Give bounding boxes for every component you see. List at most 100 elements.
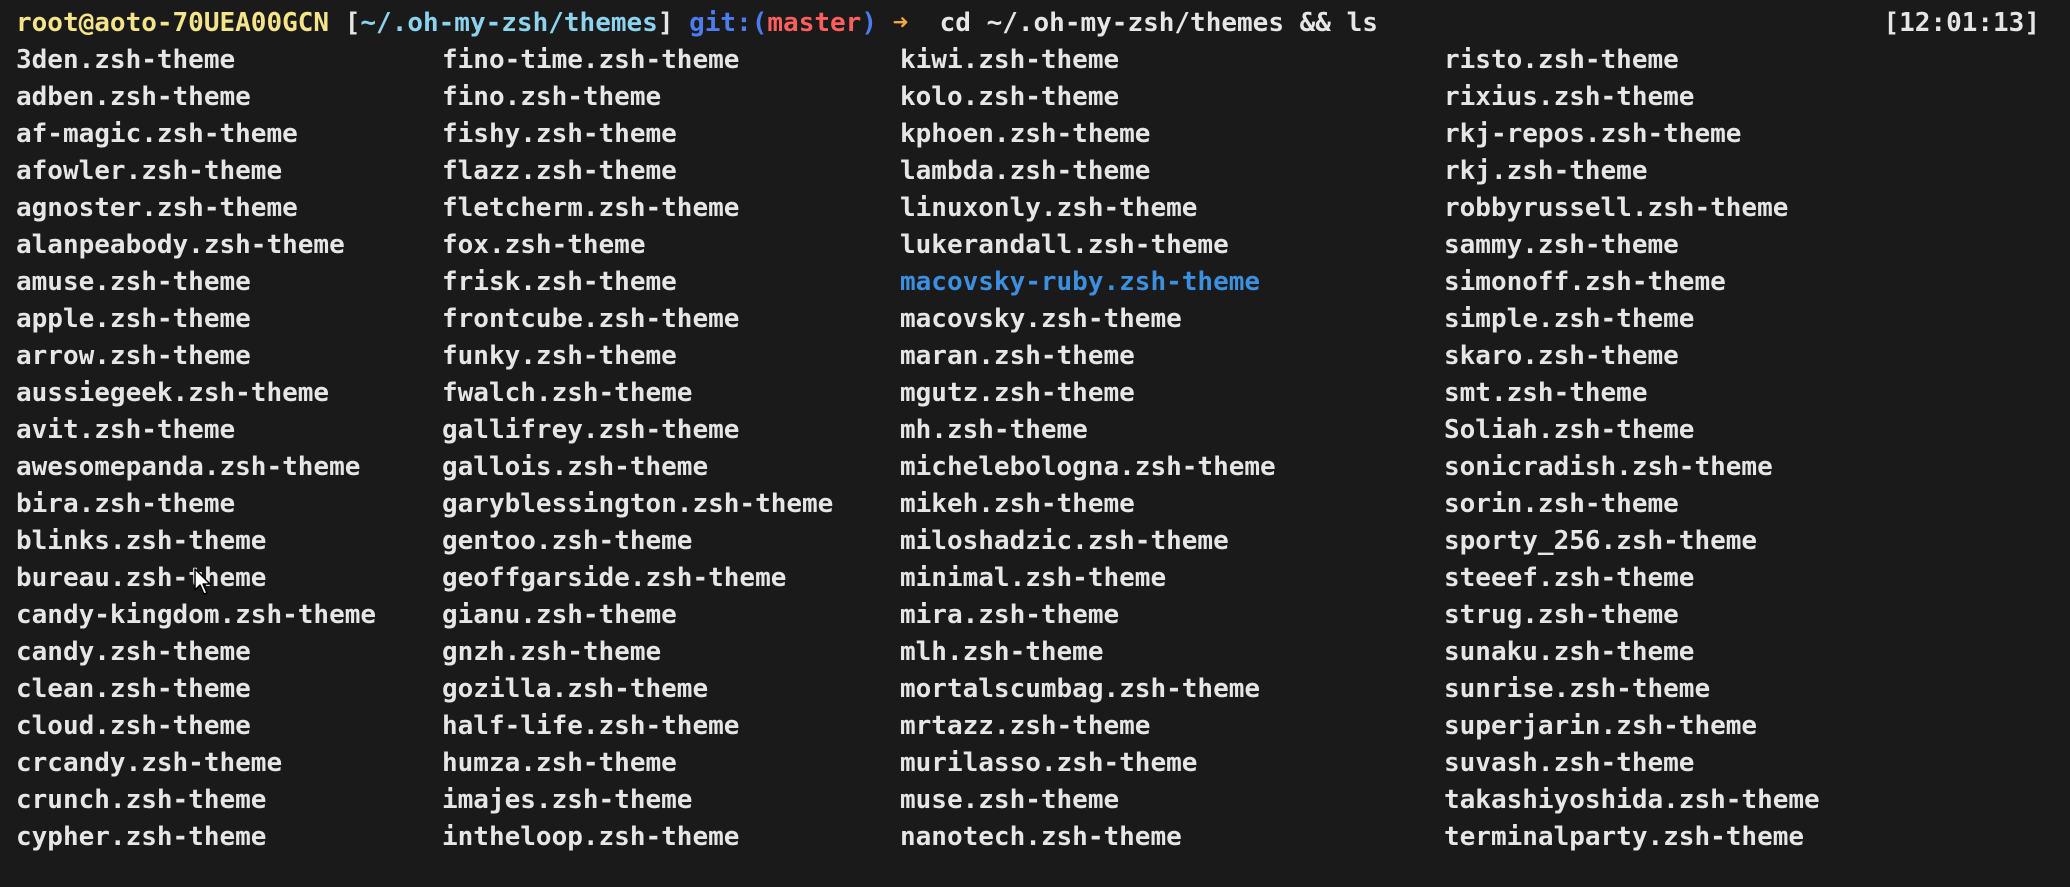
file-entry: mikeh.zsh-theme [900,489,1135,519]
file-entry: kphoen.zsh-theme [900,119,1151,149]
file-entry: mh.zsh-theme [900,415,1088,445]
prompt-command: cd ~/.oh-my-zsh/themes && ls [923,8,1378,38]
file-entry: fletcherm.zsh-theme [442,193,740,223]
file-entry: fox.zsh-theme [442,230,646,260]
file-entry: smt.zsh-theme [1444,378,1648,408]
file-entry: muse.zsh-theme [900,785,1120,815]
file-entry: candy.zsh-theme [16,637,251,667]
file-entry: gianu.zsh-theme [442,600,677,630]
file-entry: Soliah.zsh-theme [1444,415,1695,445]
prompt-user-host: root@aoto-70UEA00GCN [16,8,330,38]
file-entry: gallois.zsh-theme [442,452,709,482]
file-entry: crunch.zsh-theme [16,785,267,815]
file-entry: rixius.zsh-theme [1444,82,1695,112]
file-entry: miloshadzic.zsh-theme [900,526,1229,556]
file-entry: 3den.zsh-theme [16,45,236,75]
file-entry: lukerandall.zsh-theme [900,230,1229,260]
file-entry: superjarin.zsh-theme [1444,711,1758,741]
file-entry: kiwi.zsh-theme [900,45,1120,75]
mouse-pointer-icon [194,568,211,595]
file-entry: geoffgarside.zsh-theme [442,563,787,593]
file-entry: apple.zsh-theme [16,304,251,334]
file-entry: sunrise.zsh-theme [1444,674,1711,704]
file-entry: takashiyoshida.zsh-theme [1444,785,1820,815]
file-entry: adben.zsh-theme [16,82,251,112]
file-entry: blinks.zsh-theme [16,526,267,556]
file-entry: bira.zsh-theme [16,489,236,519]
file-entry: humza.zsh-theme [442,748,677,778]
file-entry: garyblessington.zsh-theme [442,489,834,519]
file-entry: mgutz.zsh-theme [900,378,1135,408]
file-entry: gozilla.zsh-theme [442,674,709,704]
prompt-git-close: ) [861,8,877,38]
file-entry: lambda.zsh-theme [900,156,1151,186]
prompt-line: root@aoto-70UEA00GCN [~/.oh-my-zsh/theme… [16,6,2054,40]
file-entry: rkj.zsh-theme [1444,156,1648,186]
file-entry: strug.zsh-theme [1444,600,1679,630]
file-entry: maran.zsh-theme [900,341,1135,371]
file-entry: mira.zsh-theme [900,600,1120,630]
file-entry: funky.zsh-theme [442,341,677,371]
file-entry: mlh.zsh-theme [900,637,1104,667]
prompt-path: ~/.oh-my-zsh/themes [360,8,658,38]
file-entry: cypher.zsh-theme [16,822,267,852]
file-entry: amuse.zsh-theme [16,267,251,297]
file-entry: fino-time.zsh-theme [442,45,740,75]
file-entry: kolo.zsh-theme [900,82,1120,112]
file-entry: risto.zsh-theme [1444,45,1679,75]
prompt-timestamp: [12:01:13] [1883,8,2040,38]
file-entry: fwalch.zsh-theme [442,378,693,408]
file-entry: aussiegeek.zsh-theme [16,378,330,408]
file-entry: awesomepanda.zsh-theme [16,452,361,482]
file-entry: sporty_256.zsh-theme [1444,526,1758,556]
file-entry: simple.zsh-theme [1444,304,1695,334]
file-entry: gallifrey.zsh-theme [442,415,740,445]
prompt-bracket-close: ] [657,8,690,38]
prompt-bracket-open: [ [329,8,361,38]
file-entry: steeef.zsh-theme [1444,563,1695,593]
file-entry: intheloop.zsh-theme [442,822,740,852]
file-entry: mrtazz.zsh-theme [900,711,1151,741]
file-entry: agnoster.zsh-theme [16,193,298,223]
file-entry: af-magic.zsh-theme [16,119,298,149]
file-entry: half-life.zsh-theme [442,711,740,741]
file-entry: gentoo.zsh-theme [442,526,693,556]
ls-column-2: fino-time.zsh-theme fino.zsh-theme fishy.z… [442,42,833,856]
file-entry: robbyrussell.zsh-theme [1444,193,1789,223]
file-entry: suvash.zsh-theme [1444,748,1695,778]
file-entry: fino.zsh-theme [442,82,662,112]
file-entry: minimal.zsh-theme [900,563,1167,593]
prompt-git-label: git:( [689,8,768,38]
ls-column-1: 3den.zsh-theme adben.zsh-theme af-magic.zs… [16,42,376,856]
ls-column-3: kiwi.zsh-theme kolo.zsh-theme kphoen.zsh-t… [900,42,1276,856]
file-entry: linuxonly.zsh-theme [900,193,1198,223]
file-entry: crcandy.zsh-theme [16,748,283,778]
file-entry: fishy.zsh-theme [442,119,677,149]
file-entry: cloud.zsh-theme [16,711,251,741]
file-entry: macovsky-ruby.zsh-theme [900,267,1261,297]
file-entry: sorin.zsh-theme [1444,489,1679,519]
ls-column-4: risto.zsh-theme rixius.zsh-theme rkj-repos… [1444,42,1820,856]
file-entry: gnzh.zsh-theme [442,637,662,667]
file-entry: arrow.zsh-theme [16,341,251,371]
file-entry: frontcube.zsh-theme [442,304,740,334]
file-entry: imajes.zsh-theme [442,785,693,815]
terminal-window[interactable]: root@aoto-70UEA00GCN [~/.oh-my-zsh/theme… [0,0,2070,887]
file-entry: rkj-repos.zsh-theme [1444,119,1742,149]
file-entry: simonoff.zsh-theme [1444,267,1726,297]
file-entry: nanotech.zsh-theme [900,822,1182,852]
file-entry: macovsky.zsh-theme [900,304,1182,334]
file-entry: mortalscumbag.zsh-theme [900,674,1261,704]
file-entry: murilasso.zsh-theme [900,748,1198,778]
file-entry: terminalparty.zsh-theme [1444,822,1805,852]
file-entry: frisk.zsh-theme [442,267,677,297]
file-entry: michelebologna.zsh-theme [900,452,1276,482]
file-entry: afowler.zsh-theme [16,156,283,186]
file-entry: flazz.zsh-theme [442,156,677,186]
file-entry: alanpeabody.zsh-theme [16,230,345,260]
file-entry: skaro.zsh-theme [1444,341,1679,371]
file-entry: clean.zsh-theme [16,674,251,704]
file-entry: sammy.zsh-theme [1444,230,1679,260]
file-entry: candy-kingdom.zsh-theme [16,600,377,630]
prompt-git-branch: master [767,8,862,38]
